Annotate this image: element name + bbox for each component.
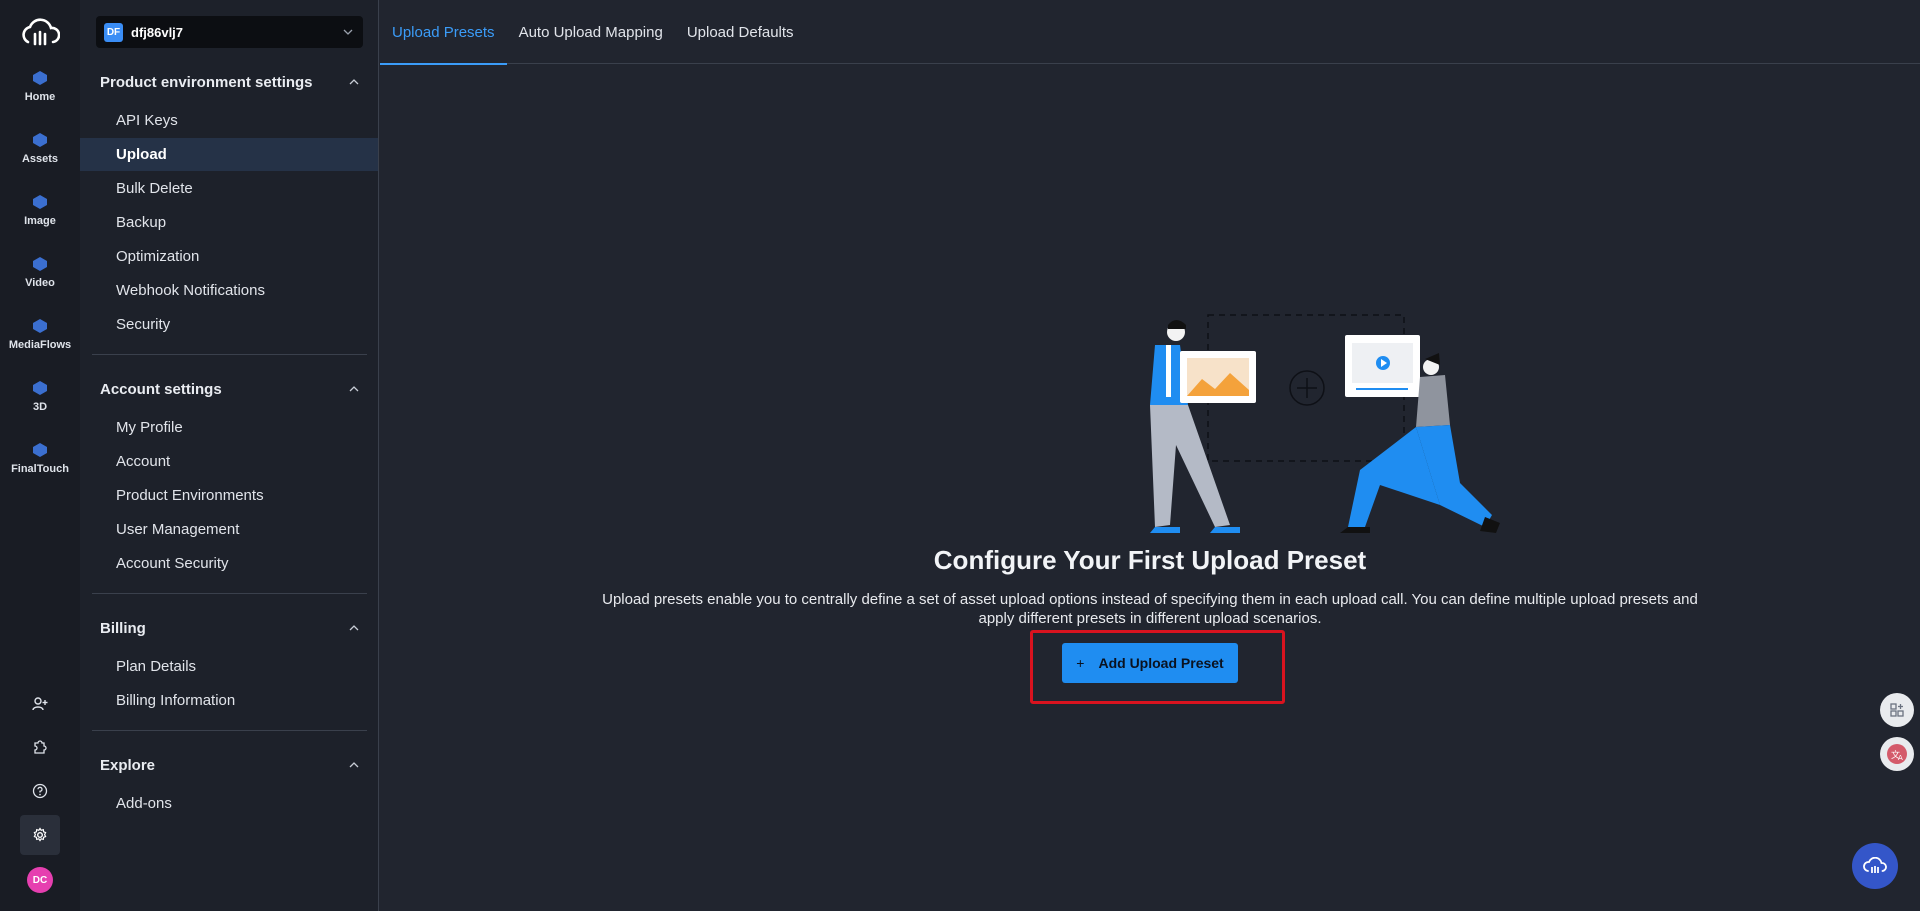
sidebar-item-billing-information[interactable]: Billing Information <box>80 684 378 717</box>
sidebar-item-webhook-notifications[interactable]: Webhook Notifications <box>80 274 378 307</box>
environment-selector[interactable]: DF dfj86vlj7 <box>96 16 363 48</box>
help-icon <box>32 783 48 799</box>
rail-item-video[interactable]: Video <box>0 256 80 289</box>
add-upload-preset-button[interactable]: + Add Upload Preset <box>1062 643 1238 683</box>
app-rail: Home Assets Image Video MediaFlows 3D FinalTou… <box>0 0 80 911</box>
sidebar-item-bulk-delete[interactable]: Bulk Delete <box>80 172 378 205</box>
translate-icon: 文A <box>1887 744 1907 764</box>
3d-icon <box>33 381 47 395</box>
apps-grid-icon <box>1890 703 1904 717</box>
divider <box>92 354 367 355</box>
add-user-icon <box>32 697 48 711</box>
sidebar-item-security[interactable]: Security <box>80 308 378 341</box>
rail-item-image[interactable]: Image <box>0 194 80 227</box>
rail-item-label: Image <box>24 215 56 227</box>
image-icon <box>33 195 47 209</box>
sidebar-item-upload[interactable]: Upload <box>80 138 378 171</box>
sidebar-item-add-ons[interactable]: Add-ons <box>80 787 378 820</box>
environment-name: dfj86vlj7 <box>131 24 184 40</box>
section-explore[interactable]: Explore <box>80 753 379 777</box>
divider <box>92 730 367 731</box>
add-upload-preset-label: Add Upload Preset <box>1098 655 1224 671</box>
rail-item-mediaflows[interactable]: MediaFlows <box>0 318 80 351</box>
sidebar-item-backup[interactable]: Backup <box>80 206 378 239</box>
tab-bar: Upload Presets Auto Upload Mapping Uploa… <box>380 0 1920 65</box>
section-product-environment-settings[interactable]: Product environment settings <box>80 70 379 94</box>
page-description: Upload presets enable you to centrally d… <box>602 591 1698 627</box>
sidebar-item-optimization[interactable]: Optimization <box>80 240 378 273</box>
cloud-chat-icon <box>1863 857 1887 873</box>
rail-item-home[interactable]: Home <box>0 70 80 103</box>
settings-sidebar: DF dfj86vlj7 Product environment setting… <box>80 0 379 911</box>
apps-widget-button[interactable] <box>1880 693 1914 727</box>
chevron-up-icon <box>349 79 359 85</box>
rail-item-label: FinalTouch <box>11 463 69 475</box>
section-title: Product environment settings <box>100 73 313 91</box>
rail-item-finaltouch[interactable]: FinalTouch <box>0 442 80 475</box>
finaltouch-icon <box>33 443 47 457</box>
environment-badge: DF <box>104 22 123 42</box>
rail-item-label: Home <box>24 91 56 103</box>
sidebar-item-account[interactable]: Account <box>80 445 378 478</box>
sidebar-item-plan-details[interactable]: Plan Details <box>80 650 378 683</box>
rail-item-label: 3D <box>32 401 48 413</box>
home-icon <box>33 71 47 85</box>
rail-item-label: MediaFlows <box>8 339 72 351</box>
page-title: Configure Your First Upload Preset <box>933 545 1367 575</box>
chevron-down-icon <box>343 29 353 35</box>
translate-widget-button[interactable]: 文A <box>1880 737 1914 771</box>
section-account-settings[interactable]: Account settings <box>80 377 379 401</box>
assets-icon <box>33 133 47 147</box>
gear-icon <box>33 827 47 842</box>
avatar[interactable]: DC <box>27 867 53 893</box>
sidebar-item-api-keys[interactable]: API Keys <box>80 104 378 137</box>
tab-auto-upload-mapping[interactable]: Auto Upload Mapping <box>507 0 675 64</box>
cloudinary-logo-icon[interactable] <box>20 18 60 48</box>
section-billing[interactable]: Billing <box>80 616 379 640</box>
section-title: Account settings <box>100 380 222 398</box>
help-button[interactable] <box>20 771 60 811</box>
chevron-up-icon <box>349 386 359 392</box>
rail-item-assets[interactable]: Assets <box>0 132 80 165</box>
sidebar-item-user-management[interactable]: User Management <box>80 513 378 546</box>
plus-icon: + <box>1076 655 1085 671</box>
main-content: Upload Presets Auto Upload Mapping Uploa… <box>380 0 1920 911</box>
chevron-up-icon <box>349 762 359 768</box>
video-icon <box>33 257 47 271</box>
support-chat-button[interactable] <box>1852 843 1898 889</box>
sidebar-item-my-profile[interactable]: My Profile <box>80 411 378 444</box>
rail-item-label: Assets <box>21 153 59 165</box>
invite-user-button[interactable] <box>20 684 60 724</box>
rail-item-label: Video <box>25 277 55 289</box>
tab-upload-defaults[interactable]: Upload Defaults <box>675 0 806 64</box>
tab-upload-presets[interactable]: Upload Presets <box>380 0 507 65</box>
extensions-button[interactable] <box>20 727 60 767</box>
puzzle-icon <box>34 740 47 754</box>
sidebar-item-account-security[interactable]: Account Security <box>80 547 378 580</box>
upload-preset-illustration <box>1150 314 1500 533</box>
settings-button[interactable] <box>20 815 60 855</box>
rail-item-3d[interactable]: 3D <box>0 380 80 413</box>
divider <box>92 593 367 594</box>
chevron-up-icon <box>349 625 359 631</box>
sidebar-item-product-environments[interactable]: Product Environments <box>80 479 378 512</box>
section-title: Billing <box>100 619 146 637</box>
section-title: Explore <box>100 756 156 774</box>
svg-text:A: A <box>1898 754 1903 762</box>
mediaflows-icon <box>33 319 47 333</box>
